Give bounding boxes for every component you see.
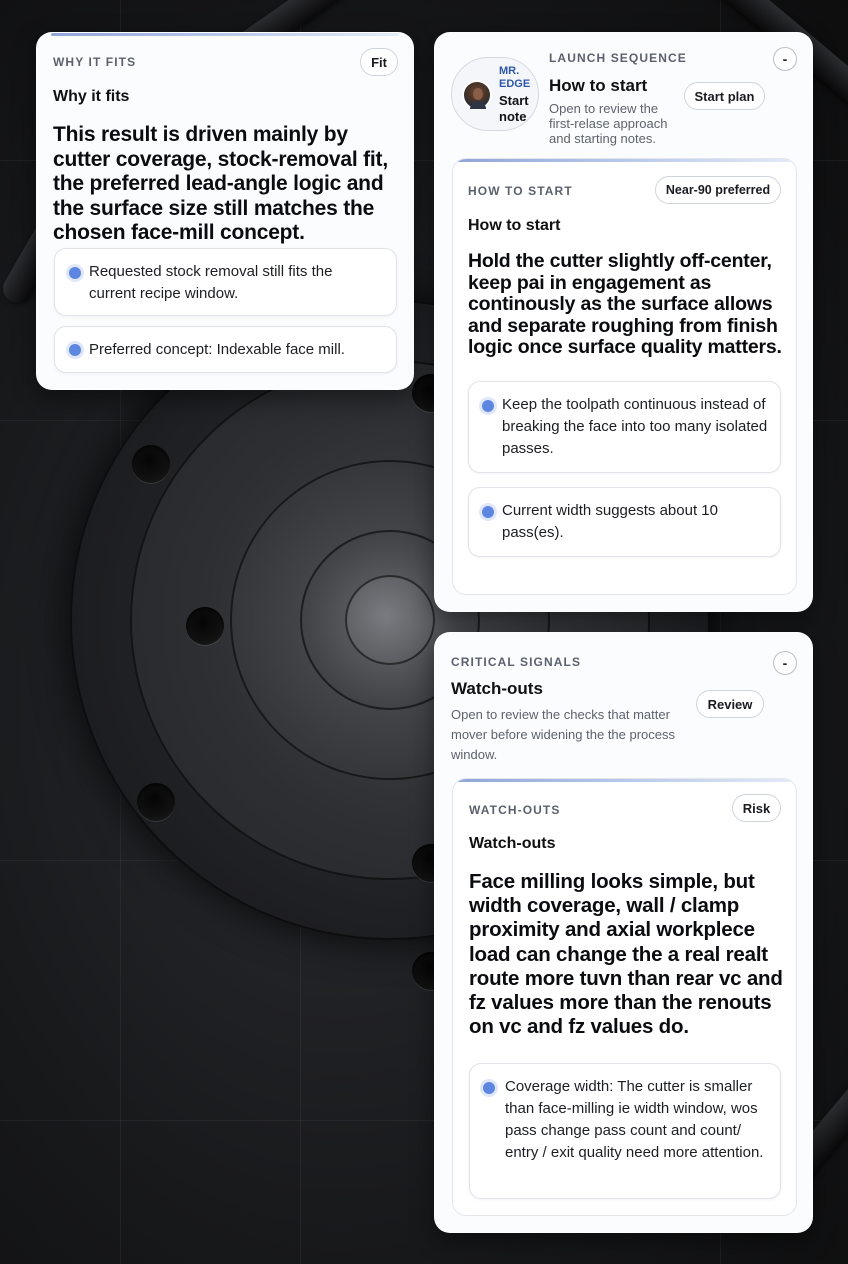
- card-subtitle: Why it fits: [53, 88, 130, 105]
- card-headline: This result is driven mainly by cutter c…: [53, 123, 388, 244]
- card-eyebrow: HOW TO START: [468, 184, 573, 198]
- avatar-caption-top: MR.: [499, 65, 520, 77]
- card-eyebrow: LAUNCH SEQUENCE: [549, 51, 687, 65]
- card-headline: Face milling looks simple, but width cov…: [469, 870, 783, 1039]
- avatar: [462, 80, 492, 110]
- card-eyebrow: CRITICAL SIGNALS: [451, 655, 582, 669]
- launch-sequence-card: LAUNCH SEQUENCE - MR. EDGE Start note Ho…: [434, 32, 813, 612]
- bullet-item: Requested stock removal still fits the c…: [54, 248, 397, 316]
- bullet-dot-icon: [482, 400, 494, 412]
- fit-badge[interactable]: Fit: [360, 48, 398, 76]
- mr-edge-avatar-badge: MR. EDGE Start note: [451, 57, 539, 131]
- bullet-item: Coverage width: The cutter is smaller th…: [469, 1063, 781, 1199]
- bullet-dot-icon: [483, 1082, 495, 1094]
- bullet-text: Keep the toolpath continuous instead of …: [502, 396, 768, 457]
- critical-signals-card: CRITICAL SIGNALS - Watch-outs Open to re…: [434, 632, 813, 1233]
- bullet-dot-icon: [69, 344, 81, 356]
- card-eyebrow: WATCH-OUTS: [469, 803, 561, 817]
- bullet-text: Requested stock removal still fits the c…: [89, 263, 333, 302]
- avatar-caption-note: note: [499, 109, 527, 124]
- bullet-item: Current width suggests about 10 pass(es)…: [468, 487, 781, 557]
- section-title: How to start: [549, 76, 648, 95]
- collapse-button[interactable]: -: [773, 651, 797, 675]
- why-it-fits-card: WHY IT FITS Fit Why it fits This result …: [36, 32, 414, 390]
- card-subtitle: How to start: [468, 217, 561, 234]
- card-accent-bar: [51, 33, 399, 36]
- card-eyebrow: WHY IT FITS: [53, 55, 137, 69]
- card-accent-bar: [453, 779, 796, 782]
- bullet-item: Keep the toolpath continuous instead of …: [468, 381, 781, 473]
- card-subtitle: Watch-outs: [469, 835, 556, 852]
- section-description: Open to review the first-relase approach…: [549, 101, 668, 146]
- watch-outs-panel: WATCH-OUTS Risk Watch-outs Face milling …: [452, 778, 797, 1216]
- risk-badge[interactable]: Risk: [732, 794, 781, 822]
- card-headline: Hold the cutter slightly off-center, kee…: [468, 250, 782, 358]
- bullet-text: Preferred concept: Indexable face mill.: [89, 341, 345, 358]
- how-to-start-panel: HOW TO START Near-90 preferred How to st…: [452, 158, 797, 595]
- card-accent-bar: [453, 159, 796, 162]
- section-description: Open to review the checks that matter mo…: [451, 707, 676, 762]
- collapse-button[interactable]: -: [773, 47, 797, 71]
- bullet-dot-icon: [482, 506, 494, 518]
- section-title: Watch-outs: [451, 679, 543, 698]
- bullet-text: Coverage width: The cutter is smaller th…: [505, 1078, 764, 1161]
- bullet-text: Current width suggests about 10 pass(es)…: [502, 502, 718, 541]
- start-plan-button[interactable]: Start plan: [684, 82, 765, 110]
- review-button[interactable]: Review: [696, 690, 764, 718]
- near-90-badge[interactable]: Near-90 preferred: [655, 176, 781, 204]
- bullet-item: Preferred concept: Indexable face mill.: [54, 326, 397, 373]
- avatar-caption-mid: EDGE: [499, 78, 531, 90]
- avatar-caption-start: Start: [499, 93, 529, 108]
- bullet-dot-icon: [69, 267, 81, 279]
